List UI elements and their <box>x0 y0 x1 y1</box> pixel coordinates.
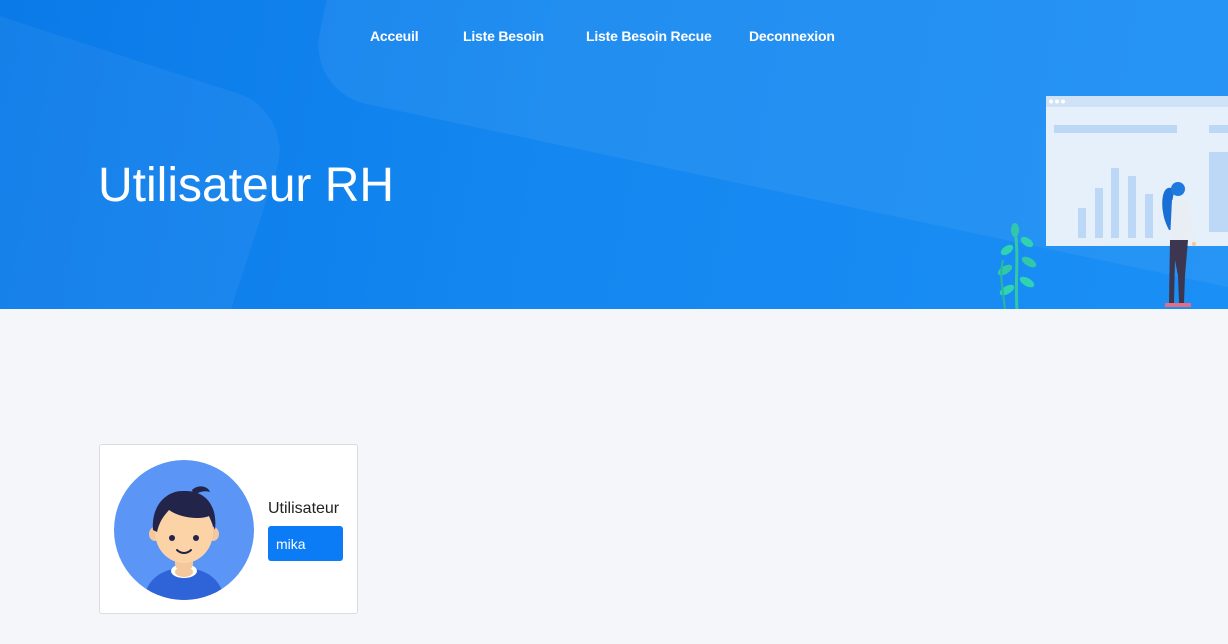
top-navigation: Acceuil Liste Besoin Liste Besoin Recue … <box>0 28 1228 48</box>
nav-link-deconnexion[interactable]: Deconnexion <box>749 28 835 44</box>
dashboard-window <box>1046 96 1228 246</box>
analytics-dashboard-illustration <box>997 96 1228 309</box>
nav-link-liste-besoin[interactable]: Liste Besoin <box>463 28 544 44</box>
user-avatar-icon <box>114 460 254 600</box>
hero-banner: Acceuil Liste Besoin Liste Besoin Recue … <box>0 0 1228 309</box>
plant-icon <box>997 223 1037 309</box>
profile-role-label: Utilisateur <box>268 500 340 517</box>
nav-link-acceuil[interactable]: Acceuil <box>370 28 419 44</box>
user-profile-card: Utilisateur mika <box>99 444 358 614</box>
page-title: Utilisateur RH <box>98 159 395 212</box>
nav-link-liste-besoin-recue[interactable]: Liste Besoin Recue <box>586 28 712 44</box>
username-badge: mika <box>268 526 343 561</box>
